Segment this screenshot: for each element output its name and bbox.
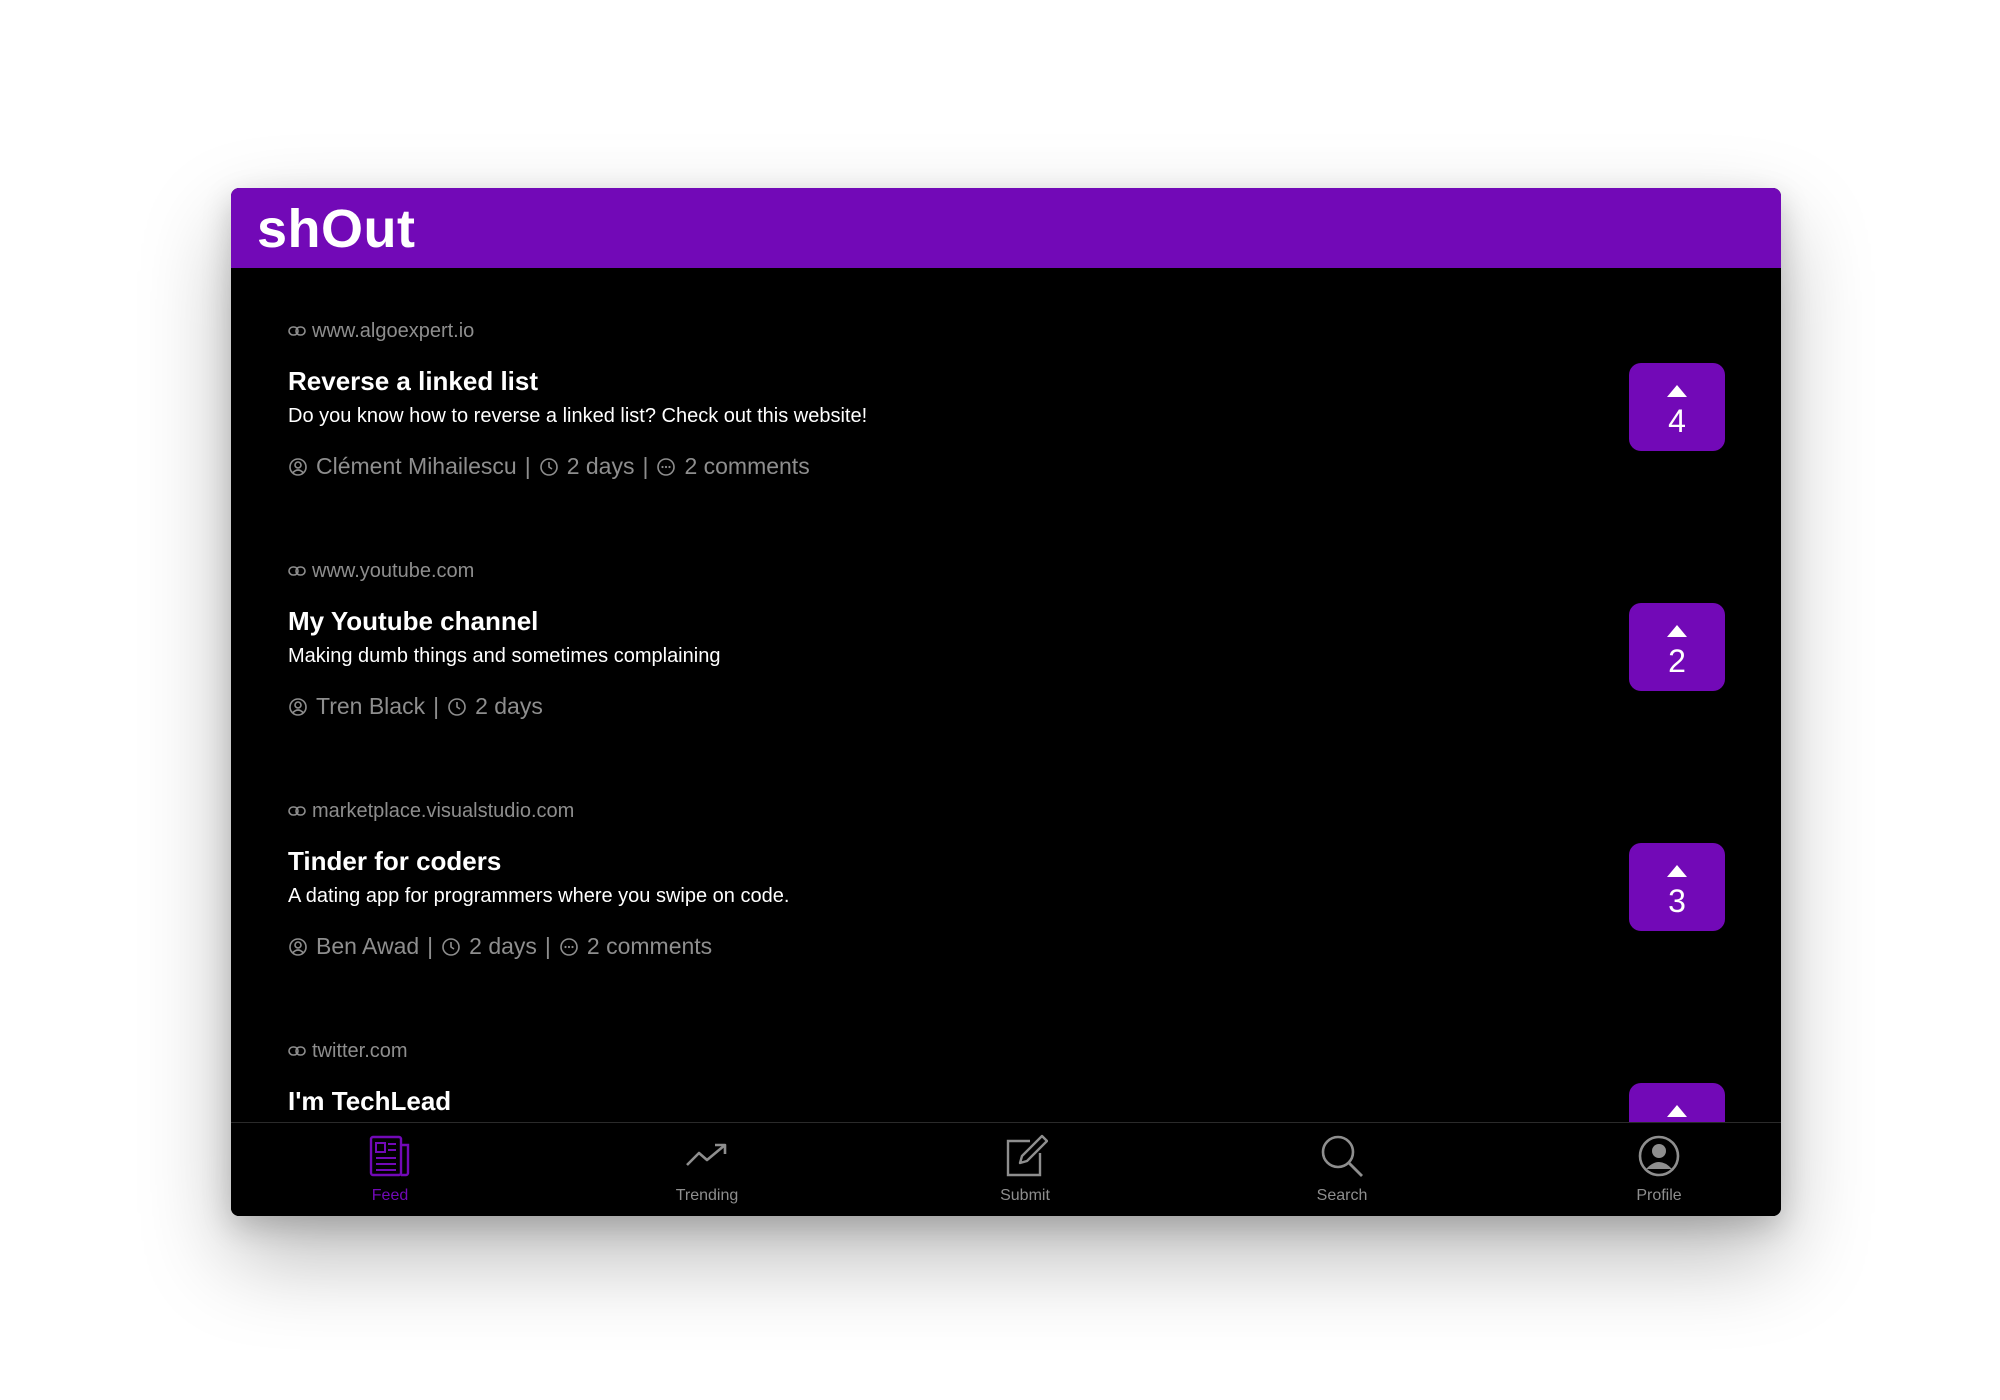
meta-separator: | <box>433 693 440 719</box>
vote-count: 2 <box>1668 643 1686 679</box>
post-item[interactable]: www.youtube.com My Youtube channel Makin… <box>231 508 1781 746</box>
bottom-tab-bar: Feed Trending Submit Search Profile <box>231 1122 1781 1216</box>
meta-separator: | <box>524 453 531 479</box>
vote-count: 3 <box>1668 883 1686 919</box>
post-link-text: www.algoexpert.io <box>312 320 475 342</box>
tab-trending[interactable]: Trending <box>627 1123 787 1216</box>
upvote-button[interactable]: 3 <box>1629 843 1725 931</box>
post-meta: Ben Awad | 2 days | 2 comments <box>288 933 712 960</box>
post-link[interactable]: www.algoexpert.io <box>288 320 474 343</box>
post-title[interactable]: Reverse a linked list <box>288 366 538 397</box>
upvote-arrow-icon <box>1667 1105 1687 1117</box>
link-icon <box>288 800 312 823</box>
upvote-button[interactable]: 1 <box>1629 1083 1725 1122</box>
post-meta: Clément Mihailescu | 2 days | 2 comments <box>288 453 810 480</box>
tab-label: Profile <box>1636 1187 1682 1204</box>
user-circle-icon <box>288 457 308 477</box>
user-circle-icon <box>288 697 308 717</box>
post-meta: Tren Black | 2 days <box>288 693 543 720</box>
comment-icon <box>559 937 579 957</box>
tab-label: Trending <box>675 1187 739 1204</box>
post-link-text: www.youtube.com <box>312 560 475 582</box>
post-link[interactable]: twitter.com <box>288 1040 408 1063</box>
link-icon <box>288 1040 312 1063</box>
comment-icon <box>656 457 676 477</box>
upvote-arrow-icon <box>1667 385 1687 397</box>
post-description: Making dumb things and sometimes complai… <box>288 645 721 667</box>
tab-submit[interactable]: Submit <box>945 1123 1105 1216</box>
meta-separator: | <box>427 933 434 959</box>
post-link[interactable]: marketplace.visualstudio.com <box>288 800 574 823</box>
clock-icon <box>539 457 559 477</box>
vote-count: 4 <box>1668 403 1686 439</box>
post-item[interactable]: twitter.com I'm TechLead 1 <box>231 988 1781 1122</box>
tab-search[interactable]: Search <box>1262 1123 1422 1216</box>
link-icon <box>288 320 312 343</box>
clock-icon <box>441 937 461 957</box>
post-comments[interactable]: 2 comments <box>684 453 809 480</box>
post-link-text: twitter.com <box>312 1040 408 1062</box>
post-feed[interactable]: www.algoexpert.io Reverse a linked list … <box>231 268 1781 1122</box>
upvote-arrow-icon <box>1667 865 1687 877</box>
post-link[interactable]: www.youtube.com <box>288 560 474 583</box>
meta-separator: | <box>544 933 551 959</box>
tab-label: Feed <box>371 1187 409 1204</box>
post-author[interactable]: Clément Mihailescu <box>316 453 517 480</box>
tab-label: Submit <box>1000 1187 1050 1204</box>
post-comments[interactable]: 2 comments <box>587 933 712 960</box>
post-title[interactable]: Tinder for coders <box>288 846 501 877</box>
post-author[interactable]: Tren Black <box>316 693 425 720</box>
app-window: shOut www.algoexpert.io Reverse a linked… <box>231 188 1781 1216</box>
post-description: Do you know how to reverse a linked list… <box>288 405 868 427</box>
post-author[interactable]: Ben Awad <box>316 933 419 960</box>
app-header: shOut <box>231 188 1781 268</box>
upvote-arrow-icon <box>1667 625 1687 637</box>
post-title[interactable]: My Youtube channel <box>288 606 538 637</box>
clock-icon <box>447 697 467 717</box>
meta-separator: | <box>642 453 649 479</box>
app-title: shOut <box>257 199 416 259</box>
upvote-button[interactable]: 4 <box>1629 363 1725 451</box>
upvote-button[interactable]: 2 <box>1629 603 1725 691</box>
post-age: 2 days <box>475 693 543 719</box>
tab-label: Search <box>1316 1187 1368 1204</box>
post-link-text: marketplace.visualstudio.com <box>312 800 575 822</box>
post-item[interactable]: marketplace.visualstudio.com Tinder for … <box>231 748 1781 986</box>
post-age: 2 days <box>469 933 537 959</box>
post-description: A dating app for programmers where you s… <box>288 885 790 907</box>
post-title[interactable]: I'm TechLead <box>288 1086 451 1117</box>
post-age: 2 days <box>566 453 635 479</box>
tab-profile[interactable]: Profile <box>1579 1123 1739 1216</box>
link-icon <box>288 560 312 583</box>
user-circle-icon <box>288 937 308 957</box>
post-item[interactable]: www.algoexpert.io Reverse a linked list … <box>231 268 1781 506</box>
tab-feed[interactable]: Feed <box>310 1123 470 1216</box>
